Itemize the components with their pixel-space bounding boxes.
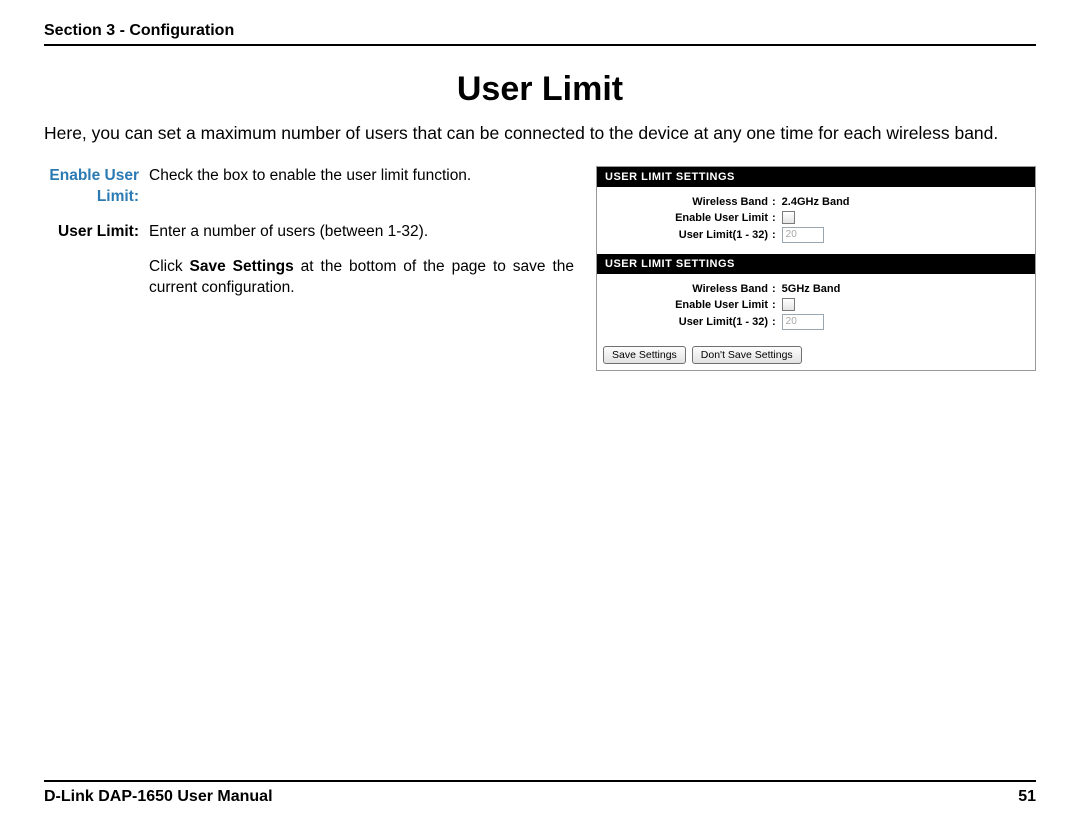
colon: : (772, 316, 782, 328)
section-label: Section 3 - Configuration (44, 22, 234, 39)
page-title: User Limit (44, 70, 1036, 109)
colon: : (772, 299, 782, 311)
colon: : (772, 212, 782, 224)
wireless-band-value: 5GHz Band (782, 283, 841, 295)
user-limit-input[interactable]: 20 (782, 314, 824, 330)
definitions-list: Enable User Limit: Check the box to enab… (44, 166, 574, 313)
user-limit-label: User Limit(1 - 32) (607, 229, 772, 241)
page-footer: D-Link DAP-1650 User Manual 51 (44, 780, 1036, 806)
definition-description: Click Save Settings at the bottom of the… (149, 257, 574, 299)
panel-header-24: USER LIMIT SETTINGS (597, 167, 1035, 187)
footer-manual-name: D-Link DAP-1650 User Manual (44, 788, 273, 806)
wireless-band-row: Wireless Band : 5GHz Band (607, 283, 1025, 295)
panel-body-24: Wireless Band : 2.4GHz Band Enable User … (597, 187, 1035, 254)
definition-description: Check the box to enable the user limit f… (149, 166, 574, 208)
enable-user-limit-checkbox[interactable] (782, 298, 795, 311)
enable-user-limit-row: Enable User Limit : (607, 211, 1025, 224)
button-bar: Save Settings Don't Save Settings (597, 341, 1035, 370)
enable-user-limit-row: Enable User Limit : (607, 298, 1025, 311)
user-limit-input[interactable]: 20 (782, 227, 824, 243)
definition-row: Click Save Settings at the bottom of the… (44, 257, 574, 299)
intro-text: Here, you can set a maximum number of us… (44, 123, 1036, 144)
enable-user-limit-label: Enable User Limit (607, 212, 772, 224)
note-pre: Click (149, 258, 190, 275)
definition-term-empty (44, 257, 149, 299)
colon: : (772, 283, 782, 295)
definition-description: Enter a number of users (between 1-32). (149, 222, 574, 243)
wireless-band-label: Wireless Band (607, 196, 772, 208)
enable-user-limit-checkbox[interactable] (782, 211, 795, 224)
wireless-band-row: Wireless Band : 2.4GHz Band (607, 196, 1025, 208)
dont-save-settings-button[interactable]: Don't Save Settings (692, 346, 802, 364)
panel-header-5: USER LIMIT SETTINGS (597, 254, 1035, 274)
user-limit-label: User Limit(1 - 32) (607, 316, 772, 328)
settings-screenshot: USER LIMIT SETTINGS Wireless Band : 2.4G… (596, 166, 1036, 371)
enable-user-limit-label: Enable User Limit (607, 299, 772, 311)
save-settings-button[interactable]: Save Settings (603, 346, 686, 364)
definition-row: Enable User Limit: Check the box to enab… (44, 166, 574, 208)
panel-body-5: Wireless Band : 5GHz Band Enable User Li… (597, 274, 1035, 341)
user-limit-row: User Limit(1 - 32) : 20 (607, 227, 1025, 243)
note-bold: Save Settings (190, 258, 294, 275)
definition-term: User Limit: (44, 222, 149, 243)
content-row: Enable User Limit: Check the box to enab… (44, 166, 1036, 371)
wireless-band-value: 2.4GHz Band (782, 196, 850, 208)
definition-row: User Limit: Enter a number of users (bet… (44, 222, 574, 243)
colon: : (772, 196, 782, 208)
page-header: Section 3 - Configuration (44, 22, 1036, 46)
wireless-band-label: Wireless Band (607, 283, 772, 295)
user-limit-row: User Limit(1 - 32) : 20 (607, 314, 1025, 330)
colon: : (772, 229, 782, 241)
definition-term: Enable User Limit: (44, 166, 149, 208)
footer-page-number: 51 (1018, 788, 1036, 806)
